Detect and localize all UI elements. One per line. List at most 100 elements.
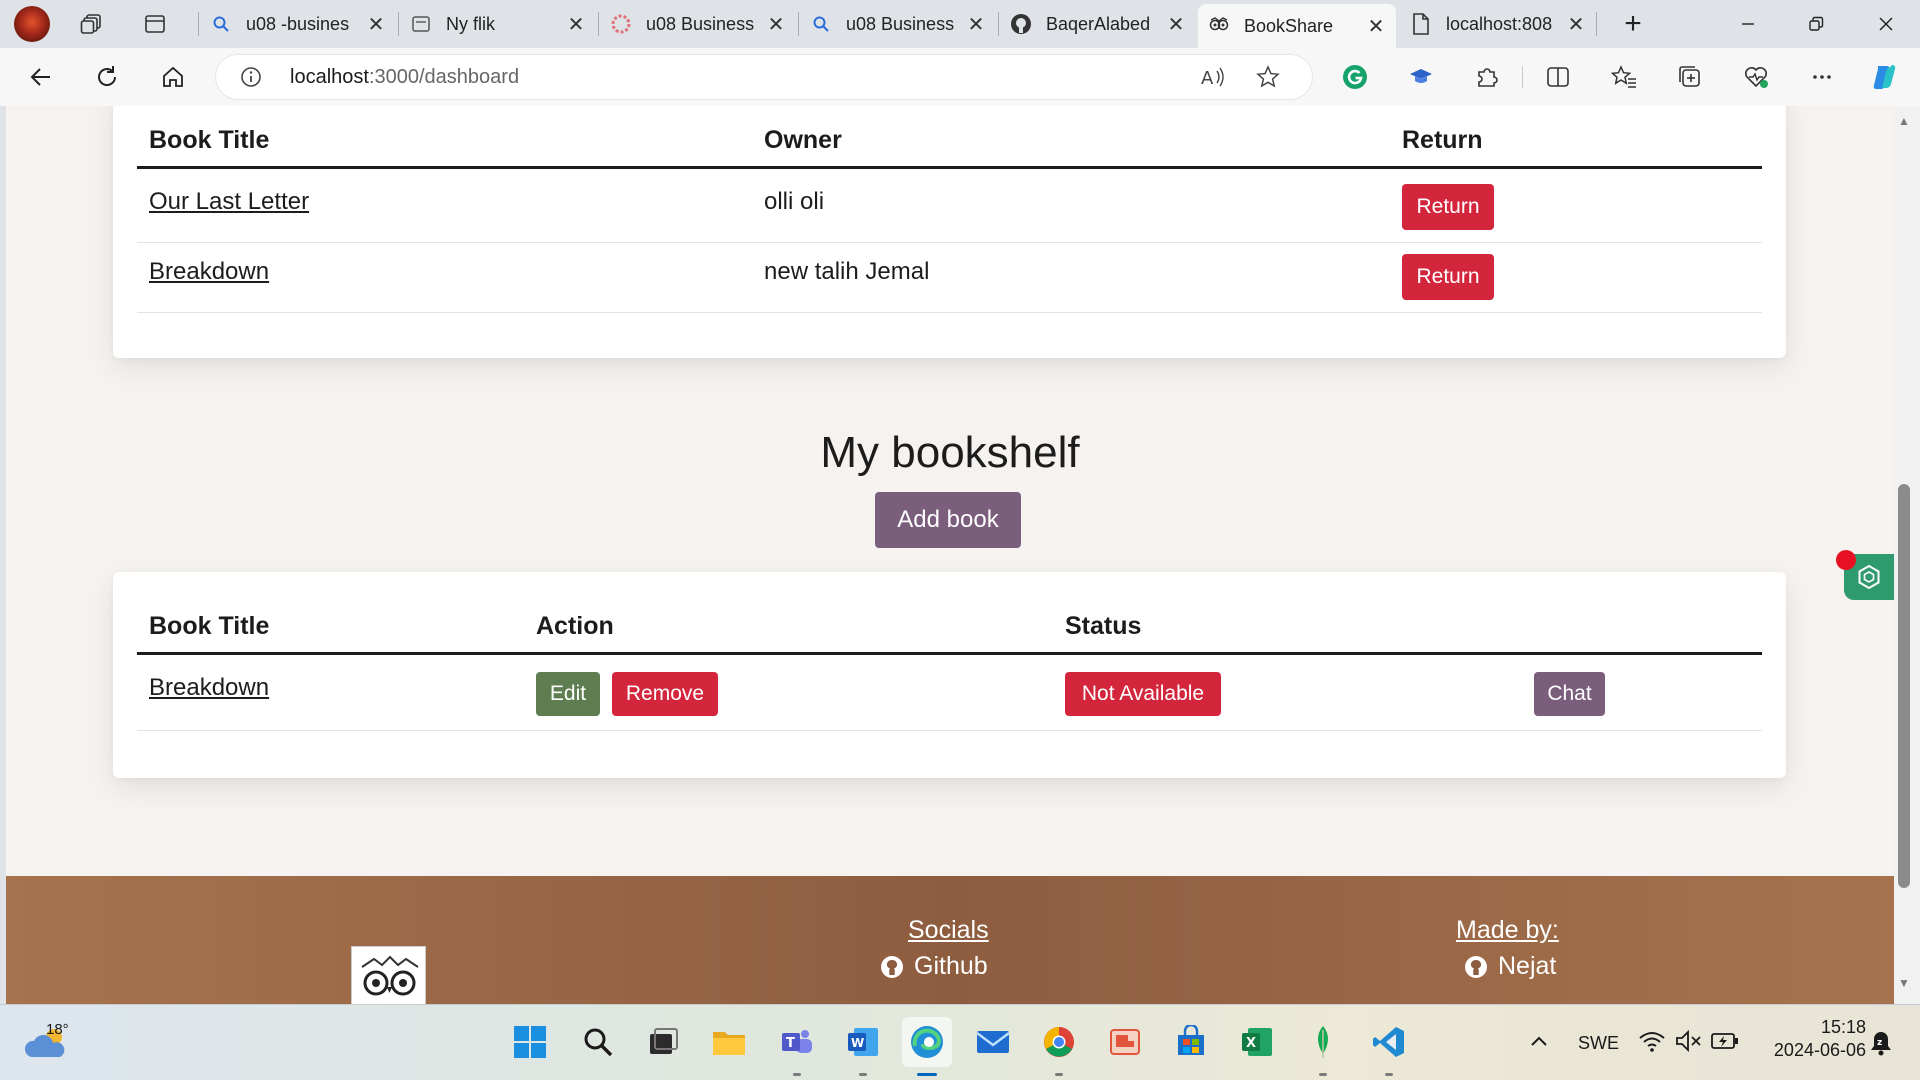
workspaces-icon[interactable] [78, 10, 106, 38]
new-tab-button[interactable]: + [1616, 8, 1650, 42]
profile-avatar[interactable] [14, 6, 50, 42]
tab-u08-business[interactable]: u08 Business ✕ [600, 4, 796, 44]
edit-button[interactable]: Edit [536, 672, 600, 716]
tab-localhost-808[interactable]: localhost:808 ✕ [1400, 4, 1596, 44]
excel-app[interactable]: X [1234, 1019, 1280, 1065]
read-aloud-icon[interactable]: A [1200, 65, 1226, 89]
home-icon[interactable] [156, 60, 190, 94]
notifications-bell-icon[interactable]: z [1868, 1029, 1894, 1057]
grammarly-icon[interactable] [1338, 60, 1372, 94]
scroll-up-arrow-icon[interactable]: ▲ [1896, 114, 1912, 130]
store-app[interactable] [1168, 1019, 1214, 1065]
start-button[interactable] [507, 1019, 553, 1065]
folder-icon [713, 1032, 745, 1055]
page-icon [1410, 13, 1432, 35]
presentation-icon [1110, 1029, 1140, 1055]
wifi-icon[interactable] [1638, 1029, 1666, 1053]
tab-u08-business-search-2[interactable]: u08 Business ✕ [800, 4, 996, 44]
remove-button[interactable]: Remove [612, 672, 718, 716]
tab-title: u08 Business [646, 13, 755, 34]
clock-time: 15:18 [1820, 1017, 1866, 1037]
close-tab-icon[interactable]: ✕ [1566, 12, 1586, 37]
book-title-link[interactable]: Breakdown [149, 258, 269, 285]
tab-title: u08 -busines [246, 13, 350, 34]
windows-logo-icon [514, 1026, 546, 1058]
scroll-down-arrow-icon[interactable]: ▼ [1896, 976, 1912, 992]
copilot-icon[interactable] [1868, 60, 1902, 94]
svg-text:X: X [1246, 1036, 1256, 1051]
owl-icon [1208, 15, 1230, 37]
mongodb-app[interactable] [1300, 1019, 1346, 1065]
status-not-available-button[interactable]: Not Available [1065, 672, 1221, 716]
chat-button[interactable]: Chat [1534, 672, 1605, 716]
clock[interactable]: 15:18 2024-06-06 [1756, 1017, 1866, 1061]
return-button[interactable]: Return [1402, 184, 1494, 230]
show-hidden-icons-chevron-icon[interactable] [1528, 1031, 1550, 1053]
chrome-icon [1044, 1027, 1074, 1057]
chrome-app[interactable] [1036, 1019, 1082, 1065]
vertical-tabs-icon[interactable] [141, 10, 169, 38]
extension-cap-icon[interactable] [1404, 60, 1438, 94]
search-icon [810, 13, 832, 35]
task-view-icon [650, 1028, 678, 1054]
favorites-icon[interactable] [1607, 60, 1641, 94]
tab-u08-business-search[interactable]: u08 -busines ✕ [200, 4, 396, 44]
tab-bookshare[interactable]: BookShare ✕ [1198, 4, 1396, 48]
close-tab-icon[interactable]: ✕ [1366, 14, 1386, 39]
column-header-book-title: Book Title [149, 126, 270, 154]
author-link-label: Nejat [1498, 952, 1557, 980]
edge-app[interactable] [902, 1017, 952, 1067]
address-bar[interactable]: localhost:3000/dashboard A [216, 55, 1312, 99]
extensions-puzzle-icon[interactable] [1470, 60, 1504, 94]
scrollbar-thumb[interactable] [1898, 484, 1910, 888]
add-book-button[interactable]: Add book [875, 492, 1021, 548]
close-tab-icon[interactable]: ✕ [1166, 12, 1186, 37]
minimize-button[interactable] [1718, 6, 1778, 42]
tab-github[interactable]: BaqerAlabed ✕ [1000, 4, 1196, 44]
presentation-app[interactable] [1102, 1019, 1148, 1065]
windows-taskbar: 18° T W X SWE 15:18 2024-06-06 z [0, 1004, 1920, 1080]
teams-app[interactable]: T [774, 1019, 820, 1065]
back-icon[interactable] [24, 60, 58, 94]
close-tab-icon[interactable]: ✕ [366, 12, 386, 37]
github-social-link[interactable]: Github [880, 952, 988, 981]
volume-muted-icon[interactable] [1674, 1029, 1702, 1053]
tab-new-tab[interactable]: Ny flik ✕ [400, 4, 596, 44]
close-tab-icon[interactable]: ✕ [566, 12, 586, 37]
column-header-return: Return [1402, 126, 1483, 154]
tab-title: localhost:808 [1446, 13, 1553, 34]
close-window-button[interactable] [1856, 6, 1916, 42]
word-app[interactable]: W [840, 1019, 886, 1065]
favorite-star-icon[interactable] [1256, 65, 1280, 89]
taskbar-search-button[interactable] [575, 1019, 621, 1065]
book-title-link[interactable]: Our Last Letter [149, 188, 309, 215]
close-tab-icon[interactable]: ✕ [966, 12, 986, 37]
site-info-icon[interactable] [240, 66, 262, 88]
mail-app[interactable] [970, 1019, 1016, 1065]
weather-widget[interactable]: 18° [24, 1021, 70, 1063]
input-language[interactable]: SWE [1578, 1033, 1619, 1054]
more-menu-icon[interactable] [1805, 60, 1839, 94]
battery-charging-icon[interactable] [1710, 1031, 1740, 1051]
search-icon [584, 1028, 613, 1057]
task-view-button[interactable] [640, 1019, 686, 1065]
browser-toolbar: localhost:3000/dashboard A [0, 48, 1920, 106]
author-github-link[interactable]: Nejat [1464, 952, 1556, 981]
refresh-icon[interactable] [90, 60, 124, 94]
book-title-link[interactable]: Breakdown [149, 674, 269, 701]
clock-date: 2024-06-06 [1773, 1040, 1866, 1060]
file-explorer-app[interactable] [706, 1019, 752, 1065]
browser-essentials-icon[interactable] [1739, 60, 1773, 94]
page-footer: Socials Github Made by: Nejat [6, 876, 1894, 1004]
vscode-app[interactable] [1366, 1019, 1412, 1065]
restore-button[interactable] [1786, 6, 1846, 42]
collections-icon[interactable] [1673, 60, 1707, 94]
split-screen-icon[interactable] [1541, 60, 1575, 94]
word-icon: W [848, 1028, 878, 1056]
row-divider [137, 242, 1762, 243]
tab-title: BaqerAlabed [1046, 13, 1151, 34]
return-button[interactable]: Return [1402, 254, 1494, 300]
edge-icon [911, 1026, 943, 1058]
close-tab-icon[interactable]: ✕ [766, 12, 786, 37]
url-text[interactable]: localhost:3000/dashboard [290, 66, 519, 89]
